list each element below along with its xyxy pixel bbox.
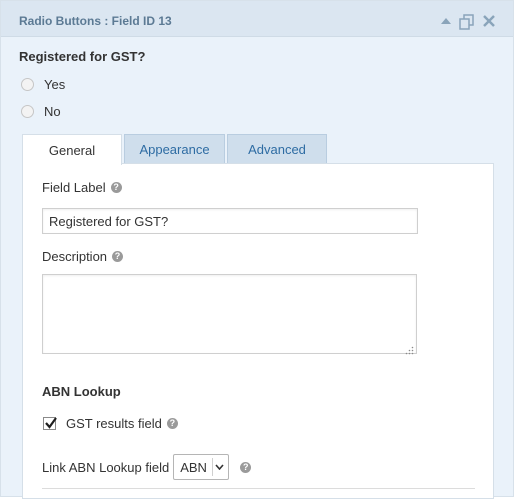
link-abn-row: Link ABN Lookup field ABN ? <box>42 454 252 480</box>
close-icon[interactable] <box>482 14 496 28</box>
help-icon[interactable]: ? <box>112 251 124 262</box>
general-tab-content: Field Label ? Description ? ABN Lookup <box>22 163 494 499</box>
abn-lookup-heading: ABN Lookup <box>42 384 121 399</box>
link-abn-label: Link ABN Lookup field <box>42 459 170 475</box>
chevron-down-icon <box>212 458 226 476</box>
field-label-heading: Field Label ? <box>42 180 122 195</box>
radio-yes-label: Yes <box>44 76 66 92</box>
tab-general[interactable]: General <box>22 134 122 165</box>
link-abn-selected: ABN <box>180 459 207 475</box>
field-title: Radio Buttons : Field ID 13 <box>19 14 172 28</box>
radio-option-no[interactable]: No <box>21 102 61 120</box>
tab-appearance[interactable]: Appearance <box>124 134 225 164</box>
tab-advanced[interactable]: Advanced <box>227 134 327 164</box>
radio-no[interactable] <box>21 104 34 118</box>
help-icon[interactable]: ? <box>240 461 252 473</box>
section-divider <box>42 488 475 489</box>
gst-results-checkbox[interactable] <box>43 417 57 430</box>
gst-results-label-wrap: GST results field ? <box>66 416 178 431</box>
radio-yes[interactable] <box>21 77 34 91</box>
field-label-input[interactable] <box>42 208 418 234</box>
duplicate-icon[interactable] <box>459 14 474 30</box>
description-heading: Description ? <box>42 249 124 264</box>
gst-results-option[interactable]: GST results field ? <box>43 416 178 431</box>
help-icon[interactable]: ? <box>166 418 178 429</box>
collapse-up-icon[interactable] <box>439 14 453 28</box>
field-label-title: Field Label <box>42 180 106 195</box>
preview-field-label: Registered for GST? <box>19 49 146 64</box>
field-editor-panel: Radio Buttons : Field ID 13 Registered f… <box>0 0 514 499</box>
checkmark-icon <box>45 417 57 429</box>
description-title: Description <box>42 249 108 264</box>
description-textarea[interactable] <box>42 274 417 354</box>
gst-results-label: GST results field <box>66 416 162 431</box>
help-icon[interactable]: ? <box>110 182 122 193</box>
radio-no-label: No <box>44 103 61 119</box>
resize-grip-icon[interactable] <box>405 342 414 355</box>
field-titlebar[interactable]: Radio Buttons : Field ID 13 <box>1 1 513 37</box>
radio-option-yes[interactable]: Yes <box>21 75 65 93</box>
link-abn-select[interactable]: ABN <box>173 454 230 480</box>
